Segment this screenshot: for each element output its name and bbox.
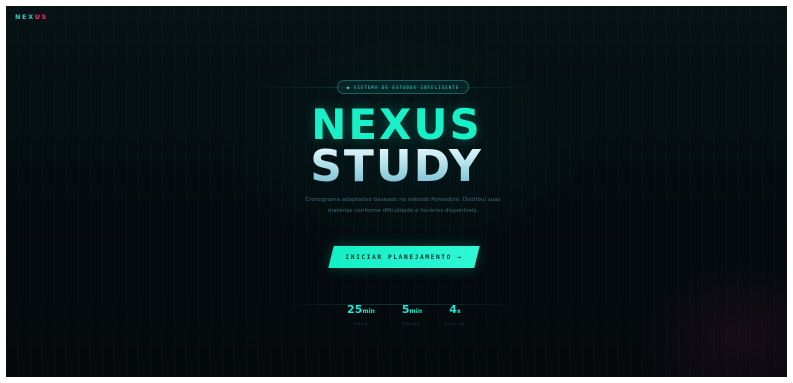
hero-title-line2: STUDY xyxy=(6,145,787,189)
stat-cycles-label: CICLOS xyxy=(444,321,466,326)
system-badge: ● SISTEMA DE ESTUDOS INTELIGENTE xyxy=(337,80,469,94)
system-badge-label: ● SISTEMA DE ESTUDOS INTELIGENTE xyxy=(346,84,460,90)
logo-text-primary: NEX xyxy=(15,13,35,21)
stat-cycles-value: 4 xyxy=(449,303,457,316)
app-frame: NEXUS ● SISTEMA DE ESTUDOS INTELIGENTE N… xyxy=(6,6,787,377)
start-planning-button[interactable] xyxy=(328,246,480,268)
logo-text-accent: US xyxy=(34,13,48,21)
hero-description: Cronograma adaptativo baseado no método … xyxy=(305,197,501,214)
stat-focus-unit: min xyxy=(362,308,375,315)
stat-cycles: 4x CICLOS xyxy=(425,298,485,326)
stat-break-unit: min xyxy=(409,308,423,315)
brand-logo[interactable]: NEXUS xyxy=(15,13,48,21)
hero-title-line1: NEXUS xyxy=(311,100,482,149)
stat-cycles-unit: x xyxy=(456,308,461,315)
stat-break-value: 5 xyxy=(401,303,410,316)
stat-focus-value: 25 xyxy=(347,303,363,316)
